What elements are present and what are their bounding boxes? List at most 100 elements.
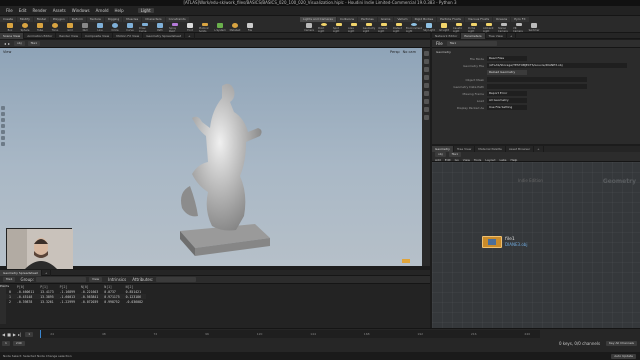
- back-icon[interactable]: ◂: [4, 41, 6, 46]
- shelf-tab-modify[interactable]: Modify: [16, 16, 33, 22]
- shelf-tab-model[interactable]: Model: [33, 16, 49, 22]
- shelf-tab-viscous-fluids[interactable]: Viscous Fluids: [464, 16, 493, 22]
- tab-motion-fx-view[interactable]: Motion FX View: [113, 32, 144, 39]
- shelf-tab-oceans[interactable]: Oceans: [493, 16, 511, 22]
- load-select[interactable]: All Geometry: [487, 98, 527, 103]
- net-menu-edit[interactable]: Edit: [445, 158, 451, 162]
- desktop-select[interactable]: Light: [137, 8, 154, 13]
- shelf-tab-characters[interactable]: Characters: [142, 16, 165, 22]
- net-menu-help[interactable]: Help: [511, 158, 518, 162]
- stereo-camera-tool[interactable]: Stereo Camera: [498, 22, 510, 33]
- net-menu-layout[interactable]: Layout: [485, 158, 495, 162]
- net-menu-tools[interactable]: Tools: [474, 158, 481, 162]
- pose-icon[interactable]: [1, 136, 5, 140]
- menu-edit[interactable]: Edit: [19, 8, 27, 13]
- scale-icon[interactable]: [1, 124, 5, 128]
- net-path-file1[interactable]: file1: [448, 152, 462, 157]
- shelf-tab-polygon[interactable]: Polygon: [49, 16, 68, 22]
- spot-light-tool[interactable]: Spot Light: [333, 22, 345, 33]
- shelf-tab-constraints[interactable]: Constraints: [165, 16, 189, 22]
- file-node[interactable]: file1 DIANE3.obj: [482, 236, 527, 248]
- menu-help[interactable]: Help: [115, 8, 124, 13]
- rotate-icon[interactable]: [1, 118, 5, 122]
- menu-assets[interactable]: Assets: [53, 8, 66, 13]
- menu-render[interactable]: Render: [32, 8, 46, 13]
- shelf-tab-muscles[interactable]: Muscles: [123, 16, 142, 22]
- frame-field[interactable]: 1: [25, 331, 34, 337]
- tab-material-palette[interactable]: Material Palette: [475, 146, 506, 152]
- caustic-light-tool[interactable]: Caustic Light: [453, 22, 465, 33]
- reload-geometry-button[interactable]: Reload Geometry: [487, 70, 527, 75]
- camera-tool[interactable]: Camera: [303, 22, 315, 33]
- path-file1[interactable]: file1: [27, 41, 41, 46]
- playhead[interactable]: [40, 330, 42, 338]
- tab-spreadsheet-add[interactable]: +: [42, 269, 52, 276]
- display-options-icon[interactable]: [423, 51, 429, 56]
- auto-update-button[interactable]: Auto Update: [611, 353, 636, 359]
- move-icon[interactable]: [1, 112, 5, 116]
- shelf-tab-rigging[interactable]: Rigging: [104, 16, 123, 22]
- sphere-tool[interactable]: Sphere: [19, 22, 31, 33]
- shelf-tab-texture[interactable]: Texture: [86, 16, 104, 22]
- play-back-icon[interactable]: ◀: [2, 332, 5, 337]
- metaball-tool[interactable]: Metaball: [229, 22, 241, 33]
- environment-light-tool[interactable]: Environment Light: [406, 22, 422, 33]
- menu-windows[interactable]: Windows: [72, 8, 90, 13]
- shelf-tab-vellum[interactable]: Vellum: [394, 16, 411, 22]
- play-icon[interactable]: ▶: [13, 332, 16, 337]
- table-row[interactable]: 2 -0.39878 13.3261 -1.22999 -0.072039 0.99875…: [6, 299, 146, 304]
- attributes-field[interactable]: [156, 277, 197, 282]
- tab-param-add[interactable]: +: [507, 32, 517, 39]
- file-mode-select[interactable]: Read Files: [487, 56, 527, 61]
- spray-paint-tool[interactable]: Spray Paint: [169, 22, 181, 33]
- snap-icon[interactable]: [423, 115, 429, 120]
- points-icon[interactable]: [423, 91, 429, 96]
- draw-curve-tool[interactable]: Draw Curve: [139, 22, 151, 33]
- cam-label[interactable]: No cam: [403, 50, 416, 54]
- path-obj[interactable]: obj: [14, 41, 25, 46]
- key-all-button[interactable]: Key All Channels: [606, 340, 637, 346]
- torus-tool[interactable]: Torus: [49, 22, 61, 33]
- net-menu-view[interactable]: View: [463, 158, 470, 162]
- tab-scene-view[interactable]: Scene View: [0, 32, 25, 39]
- font-tool[interactable]: Font: [184, 22, 196, 33]
- net-menu-add[interactable]: Add: [435, 158, 441, 162]
- tab-tree-view[interactable]: Tree View: [486, 32, 507, 39]
- shelf-tab-pyro[interactable]: Pyro FX: [511, 16, 529, 22]
- point-light-tool[interactable]: Point Light: [318, 22, 330, 33]
- curve-tool[interactable]: Curve: [124, 22, 136, 33]
- tab-spreadsheet[interactable]: Geometry Spreadsheet: [0, 269, 42, 276]
- camera-icon[interactable]: [423, 107, 429, 112]
- gi-light-tool[interactable]: GI Light: [438, 22, 450, 33]
- shelf-tab-particle-fluids[interactable]: Particle Fluids: [437, 16, 464, 22]
- file-tool[interactable]: File: [244, 22, 256, 33]
- node-name-field[interactable]: file1: [446, 41, 497, 46]
- tab-animation-editor[interactable]: Animation Editor: [24, 32, 57, 39]
- intrinsics-toggle[interactable]: Intrinsics: [108, 277, 126, 282]
- switcher-tool[interactable]: Switcher: [528, 22, 540, 33]
- group-field[interactable]: [36, 277, 87, 282]
- lsystem-tool[interactable]: L-System: [214, 22, 226, 33]
- view-icon[interactable]: [1, 142, 5, 146]
- distant-light-tool[interactable]: Distant Light: [393, 22, 405, 33]
- portal-light-tool[interactable]: Portal Light: [468, 22, 480, 33]
- persp-label[interactable]: Persp: [390, 50, 400, 54]
- range-start[interactable]: 1: [2, 340, 10, 346]
- tab-net-add[interactable]: +: [534, 146, 544, 152]
- object-mask-field[interactable]: [487, 77, 587, 82]
- missing-frame-select[interactable]: Report Error: [487, 91, 527, 96]
- geometry-light-tool[interactable]: Geometry Light: [363, 22, 375, 33]
- vr-camera-tool[interactable]: VR Camera: [513, 22, 525, 33]
- camera-menu[interactable]: Persp No cam: [390, 50, 416, 54]
- grid-tool[interactable]: Grid: [64, 22, 76, 33]
- tab-render-view[interactable]: Render View: [56, 32, 83, 39]
- shelf-tab-collisions[interactable]: Collisions: [336, 16, 358, 22]
- net-menu-go[interactable]: Go: [455, 158, 459, 162]
- ghost-icon[interactable]: [423, 83, 429, 88]
- step-icon[interactable]: ▸|: [18, 332, 21, 337]
- data-path-field[interactable]: [487, 84, 587, 89]
- menu-arnold[interactable]: Arnold: [96, 8, 109, 13]
- shelf-tab-lights[interactable]: Lights and Cameras: [300, 16, 336, 22]
- geometry-file-field[interactable]: /ATLAS/Storage/TESTOBJECTS/Louvre/DIANE3…: [487, 63, 627, 68]
- view-dropdown[interactable]: View: [89, 277, 103, 282]
